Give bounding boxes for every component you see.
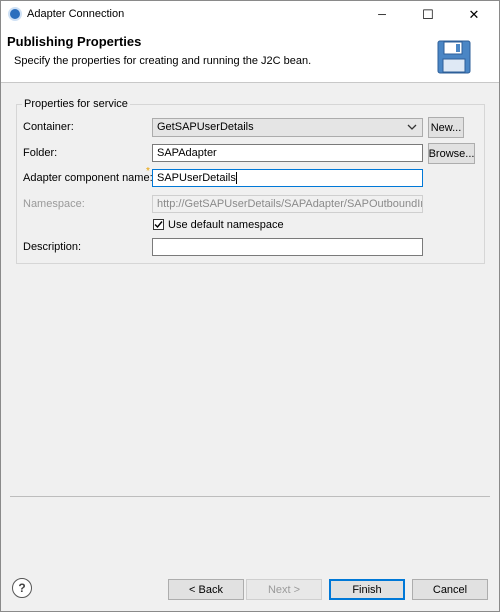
container-value: GetSAPUserDetails bbox=[157, 121, 254, 133]
folder-field[interactable]: SAPAdapter bbox=[152, 144, 423, 162]
group-legend: Properties for service bbox=[22, 98, 130, 110]
page-description: Specify the properties for creating and … bbox=[14, 55, 312, 67]
minimize-button[interactable]: ─ bbox=[359, 2, 405, 28]
container-label: Container: bbox=[23, 121, 74, 133]
adapter-name-value: SAPUserDetails bbox=[157, 172, 236, 184]
title-bar: Adapter Connection ─ ☐ ✕ bbox=[1, 1, 499, 27]
adapter-name-label: Adapter component name: bbox=[23, 172, 153, 184]
footer-separator bbox=[10, 496, 490, 497]
description-label: Description: bbox=[23, 241, 82, 253]
adapter-name-field[interactable]: SAPUserDetails bbox=[152, 169, 423, 187]
dialog-window bbox=[0, 0, 500, 612]
browse-button[interactable]: Browse... bbox=[428, 143, 475, 164]
text-caret bbox=[235, 172, 237, 185]
help-glyph: ? bbox=[18, 581, 26, 595]
close-button[interactable]: ✕ bbox=[451, 2, 497, 28]
finish-button[interactable]: Finish bbox=[329, 579, 405, 600]
help-icon[interactable]: ? bbox=[12, 578, 32, 598]
window-title: Adapter Connection bbox=[27, 8, 125, 20]
namespace-field: http://GetSAPUserDetails/SAPAdapter/SAPO… bbox=[152, 195, 423, 213]
checkmark-icon bbox=[154, 221, 163, 229]
use-default-namespace-checkbox[interactable] bbox=[153, 219, 164, 230]
folder-label: Folder: bbox=[23, 147, 58, 159]
minimize-icon: ─ bbox=[378, 9, 386, 21]
cancel-button[interactable]: Cancel bbox=[412, 579, 488, 600]
close-icon: ✕ bbox=[468, 7, 480, 22]
maximize-button[interactable]: ☐ bbox=[405, 2, 451, 28]
app-icon bbox=[8, 7, 22, 21]
description-field[interactable] bbox=[152, 238, 423, 256]
next-button[interactable]: Next > bbox=[246, 579, 322, 600]
chevron-down-icon bbox=[407, 124, 417, 130]
namespace-label: Namespace: bbox=[23, 198, 85, 210]
required-marker: * bbox=[146, 166, 150, 177]
container-combo[interactable]: GetSAPUserDetails bbox=[152, 118, 423, 137]
use-default-namespace-label[interactable]: Use default namespace bbox=[168, 219, 284, 231]
back-button[interactable]: < Back bbox=[168, 579, 244, 600]
new-container-button[interactable]: New... bbox=[428, 117, 464, 138]
save-disk-icon bbox=[437, 40, 471, 74]
page-title: Publishing Properties bbox=[7, 34, 142, 49]
wizard-header: Publishing Properties Specify the proper… bbox=[1, 27, 499, 83]
maximize-icon: ☐ bbox=[422, 7, 434, 22]
